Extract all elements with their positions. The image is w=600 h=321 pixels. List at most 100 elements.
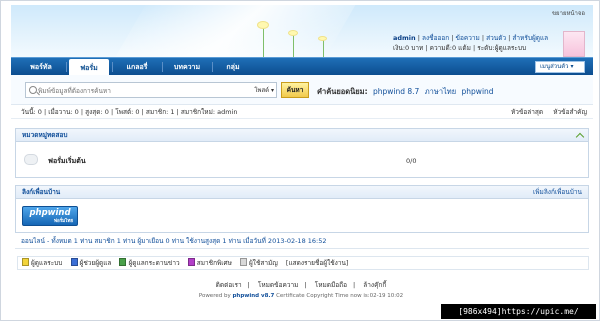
stat-today: วันนี้: 0: [21, 108, 42, 116]
online-users-text[interactable]: ออนไลน์ - ทั้งหมด 1 ท่าน สมาชิก 1 ท่าน ผ…: [21, 236, 581, 246]
user-credits: ความดี:0 แต้ม: [429, 44, 471, 52]
category-title[interactable]: หมวดหมู่ทดสอบ: [22, 131, 68, 139]
phpwind-logo-link[interactable]: phpwind ฟอรั่มไทย: [22, 206, 78, 226]
moderator-user-icon: [70, 258, 78, 266]
logo-subtext: ฟอรั่มไทย: [53, 219, 73, 224]
hot-keyword[interactable]: ภาษาไทย: [425, 87, 456, 96]
nav-portal[interactable]: พอร์ทัล: [19, 58, 63, 76]
admin-link[interactable]: สำหรับผู้ดูแล: [512, 34, 548, 42]
flower-decoration: [318, 36, 327, 41]
logo-text: phpwind: [29, 208, 71, 218]
header-banner: ขยายหน้าจอ admin | ลงชื่อออก | ข้อความ |…: [11, 5, 593, 57]
friend-links-panel: ลิงก์เพื่อนบ้าน เพิ่มลิงก์เพื่อนบ้าน php…: [15, 185, 589, 233]
footer-links: ติดต่อเรา | โหมดข้อความ | โหมดมือถือ | ล้าง…: [215, 281, 387, 289]
board-moderator-icon: [119, 258, 127, 266]
admin-user-icon: [22, 258, 29, 266]
messages-link[interactable]: ข้อความ: [456, 34, 480, 42]
regular-user-icon: [240, 258, 247, 266]
hot-keywords-label: คำค้นยอดนิยม:: [317, 87, 368, 96]
stat-new-member: สมาชิกใหม่: admin: [180, 108, 238, 116]
legend-label: ผู้ช่วยผู้ดูแล: [79, 259, 112, 267]
forum-post-count: 0/0: [406, 157, 417, 165]
stat-members: สมาชิก: 1: [145, 108, 175, 116]
clear-cookies-link[interactable]: ล้างคุ๊กกี้: [363, 281, 386, 289]
user-level: ระดับ:ผู้ดูแลระบบ: [477, 44, 527, 52]
nav-groups[interactable]: กลุ่ม: [215, 58, 251, 76]
search-type-select[interactable]: โพสต์ ▾: [254, 85, 274, 95]
hot-keywords: คำค้นยอดนิยม: phpwind 8.7 ภาษาไทย phpwin…: [317, 86, 494, 98]
hot-keyword[interactable]: phpwind: [462, 87, 494, 96]
search-row: โพสต์ ▾ ค้นหา คำค้นยอดนิยม: phpwind 8.7 …: [11, 75, 593, 105]
category-header: หมวดหมู่ทดสอบ: [16, 129, 588, 142]
flower-stem: [263, 25, 264, 57]
username-link[interactable]: admin: [393, 34, 416, 42]
page-frame: ขยายหน้าจอ admin | ลงชื่อออก | ข้อความ |…: [0, 0, 600, 321]
flower-decoration: [288, 30, 298, 36]
powered-suffix: Certificate Copyright Time now is:02-19 …: [276, 293, 404, 299]
powered-prefix: Powered by: [198, 293, 231, 299]
logout-link[interactable]: ลงชื่อออก: [422, 34, 449, 42]
collapse-icon[interactable]: [575, 132, 585, 142]
private-link[interactable]: ส่วนตัว: [486, 34, 506, 42]
chevron-down-icon: ▾: [270, 87, 274, 94]
search-box: โพสต์ ▾: [25, 82, 277, 98]
search-input[interactable]: [38, 85, 243, 96]
legend-label: ผู้ดูแลกระดานข่าว: [128, 259, 180, 267]
mobile-mode-link[interactable]: โหมดมือถือ: [315, 281, 347, 289]
category-panel: หมวดหมู่ทดสอบ ฟอรั่มเริ่มต้น 0/0: [15, 128, 589, 178]
expand-screen-link[interactable]: ขยายหน้าจอ: [552, 8, 585, 18]
divider: [15, 248, 589, 249]
text-mode-link[interactable]: โหมดข้อความ: [258, 281, 299, 289]
topic-links: หัวข้อล่าสุด หัวข้อสำคัญ: [503, 105, 587, 119]
legend-label: ผู้ใช้สามัญ: [249, 259, 278, 267]
friend-links-header: ลิงก์เพื่อนบ้าน เพิ่มลิงก์เพื่อนบ้าน: [16, 186, 588, 199]
personal-menu-label: เมนูส่วนตัว: [540, 63, 569, 70]
stat-max: สูงสุด: 0: [85, 108, 109, 116]
chevron-down-icon: ▾: [570, 63, 574, 70]
legend-label: สมาชิกพิเศษ: [196, 259, 232, 267]
image-host-watermark: [986x494]https://upic.me/: [441, 304, 596, 319]
forum-bubble-icon: [24, 154, 38, 165]
search-button[interactable]: ค้นหา: [281, 82, 309, 98]
nav-articles[interactable]: บทความ: [165, 58, 209, 76]
search-type-label: โพสต์: [254, 87, 270, 94]
forum-name-link[interactable]: ฟอรั่มเริ่มต้น: [48, 156, 86, 167]
forum-row: ฟอรั่มเริ่มต้น 0/0: [16, 142, 588, 178]
flower-stem: [323, 39, 324, 57]
legend-item: ผู้ช่วยผู้ดูแล: [70, 257, 112, 269]
flower-stem: [293, 33, 294, 57]
user-group-legend: ผู้ดูแลระบบ ผู้ช่วยผู้ดูแล ผู้ดูแลกระดาน…: [17, 256, 589, 270]
nav-divider: [112, 62, 113, 72]
legend-item: ผู้ดูแลระบบ: [22, 257, 62, 269]
user-bar: admin | ลงชื่อออก | ข้อความ | ส่วนตัว | …: [393, 33, 583, 53]
legend-label: ผู้ดูแลระบบ: [31, 259, 63, 267]
user-money: เงิน:0 บาท: [393, 44, 424, 52]
legend-item: ผู้ดูแลกระดานข่าว: [119, 257, 180, 269]
nav-divider: [66, 62, 67, 72]
forum-stats-bar: วันนี้: 0 | เมื่อวาน: 0 | สูงสุด: 0 | โพ…: [11, 105, 593, 119]
top-topics-link[interactable]: หัวข้อสำคัญ: [553, 108, 587, 116]
latest-topics-link[interactable]: หัวข้อล่าสุด: [511, 108, 543, 116]
legend-item: สมาชิกพิเศษ: [187, 257, 232, 269]
nav-divider: [162, 62, 163, 72]
user-stats-row: เงิน:0 บาท | ความดี:0 แต้ม | ระดับ:ผู้ดู…: [393, 44, 527, 52]
contact-link[interactable]: ติดต่อเรา: [216, 281, 242, 289]
avatar[interactable]: [563, 31, 585, 57]
nav-forum[interactable]: ฟอรั่ม: [69, 59, 109, 76]
legend-item: ผู้ใช้สามัญ: [240, 257, 278, 269]
search-icon: [29, 86, 37, 94]
vip-user-icon: [187, 258, 195, 266]
friend-links-title: ลิงก์เพื่อนบ้าน: [22, 188, 61, 196]
add-friend-link[interactable]: เพิ่มลิงก์เพื่อนบ้าน: [533, 186, 582, 199]
phpwind-version-link[interactable]: phpwind v8.7: [232, 293, 274, 299]
hot-keyword[interactable]: phpwind 8.7: [373, 87, 419, 96]
show-users-toggle[interactable]: [แสดงรายชื่อผู้ใช้งาน]: [286, 257, 349, 269]
powered-by: Powered by phpwind v8.7 Certificate Copy…: [1, 293, 600, 299]
main-nav: พอร์ทัล ฟอรั่ม แกลอรี่ บทความ กลุ่ม เมนู…: [11, 57, 593, 76]
user-links-row: admin | ลงชื่อออก | ข้อความ | ส่วนตัว | …: [393, 34, 549, 42]
stat-yesterday: เมื่อวาน: 0: [48, 108, 79, 116]
stat-posts: โพสต์: 0: [115, 108, 140, 116]
personal-menu-dropdown[interactable]: เมนูส่วนตัว ▾: [535, 61, 585, 73]
nav-divider: [212, 62, 213, 72]
nav-gallery[interactable]: แกลอรี่: [115, 58, 159, 76]
